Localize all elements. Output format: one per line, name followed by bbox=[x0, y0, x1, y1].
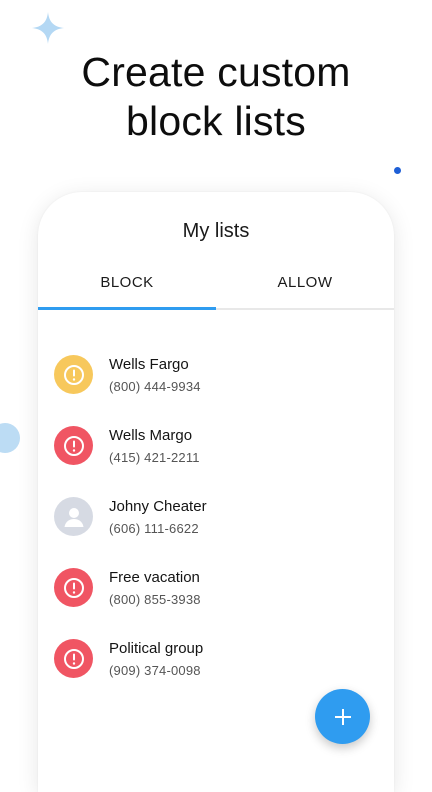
sparkle-icon bbox=[32, 12, 64, 44]
add-button[interactable] bbox=[315, 689, 370, 744]
warning-icon bbox=[63, 577, 84, 598]
person-icon bbox=[64, 507, 83, 527]
list-item[interactable]: Free vacation (800) 855-3938 bbox=[38, 563, 394, 634]
contact-name: Free vacation bbox=[109, 569, 200, 586]
headline: Create custom block lists bbox=[0, 48, 432, 146]
warning-icon bbox=[63, 364, 84, 385]
contact-name: Wells Fargo bbox=[109, 356, 189, 373]
contact-name: Political group bbox=[109, 640, 204, 657]
decorative-dot bbox=[394, 167, 401, 174]
block-list: Wells Fargo (800) 444-9934 Wells Margo (… bbox=[38, 350, 394, 705]
decorative-circle bbox=[0, 423, 20, 453]
avatar bbox=[54, 497, 93, 536]
tab-block[interactable]: BLOCK bbox=[38, 262, 216, 310]
list-item[interactable]: Johny Cheater (606) 111-6622 bbox=[38, 492, 394, 563]
tab-bar: BLOCK ALLOW bbox=[38, 262, 394, 310]
list-item[interactable]: Wells Fargo (800) 444-9934 bbox=[38, 350, 394, 421]
avatar bbox=[54, 568, 93, 607]
plus-icon bbox=[334, 708, 351, 725]
list-item[interactable]: Wells Margo (415) 421-2211 bbox=[38, 421, 394, 492]
contact-phone: (606) 111-6622 bbox=[109, 521, 199, 536]
contact-phone: (800) 855-3938 bbox=[109, 592, 201, 607]
avatar bbox=[54, 426, 93, 465]
warning-icon bbox=[63, 648, 84, 669]
tab-allow[interactable]: ALLOW bbox=[216, 262, 394, 308]
contact-name: Johny Cheater bbox=[109, 498, 207, 515]
screen-title: My lists bbox=[182, 220, 250, 242]
contact-phone: (800) 444-9934 bbox=[109, 379, 201, 394]
headline-line-2: block lists bbox=[126, 98, 306, 144]
contact-name: Wells Margo bbox=[109, 427, 193, 444]
avatar bbox=[54, 355, 93, 394]
contact-phone: (415) 421-2211 bbox=[109, 450, 200, 465]
headline-line-1: Create custom bbox=[81, 49, 351, 95]
avatar bbox=[54, 639, 93, 678]
contact-phone: (909) 374-0098 bbox=[109, 663, 201, 678]
warning-icon bbox=[63, 435, 84, 456]
